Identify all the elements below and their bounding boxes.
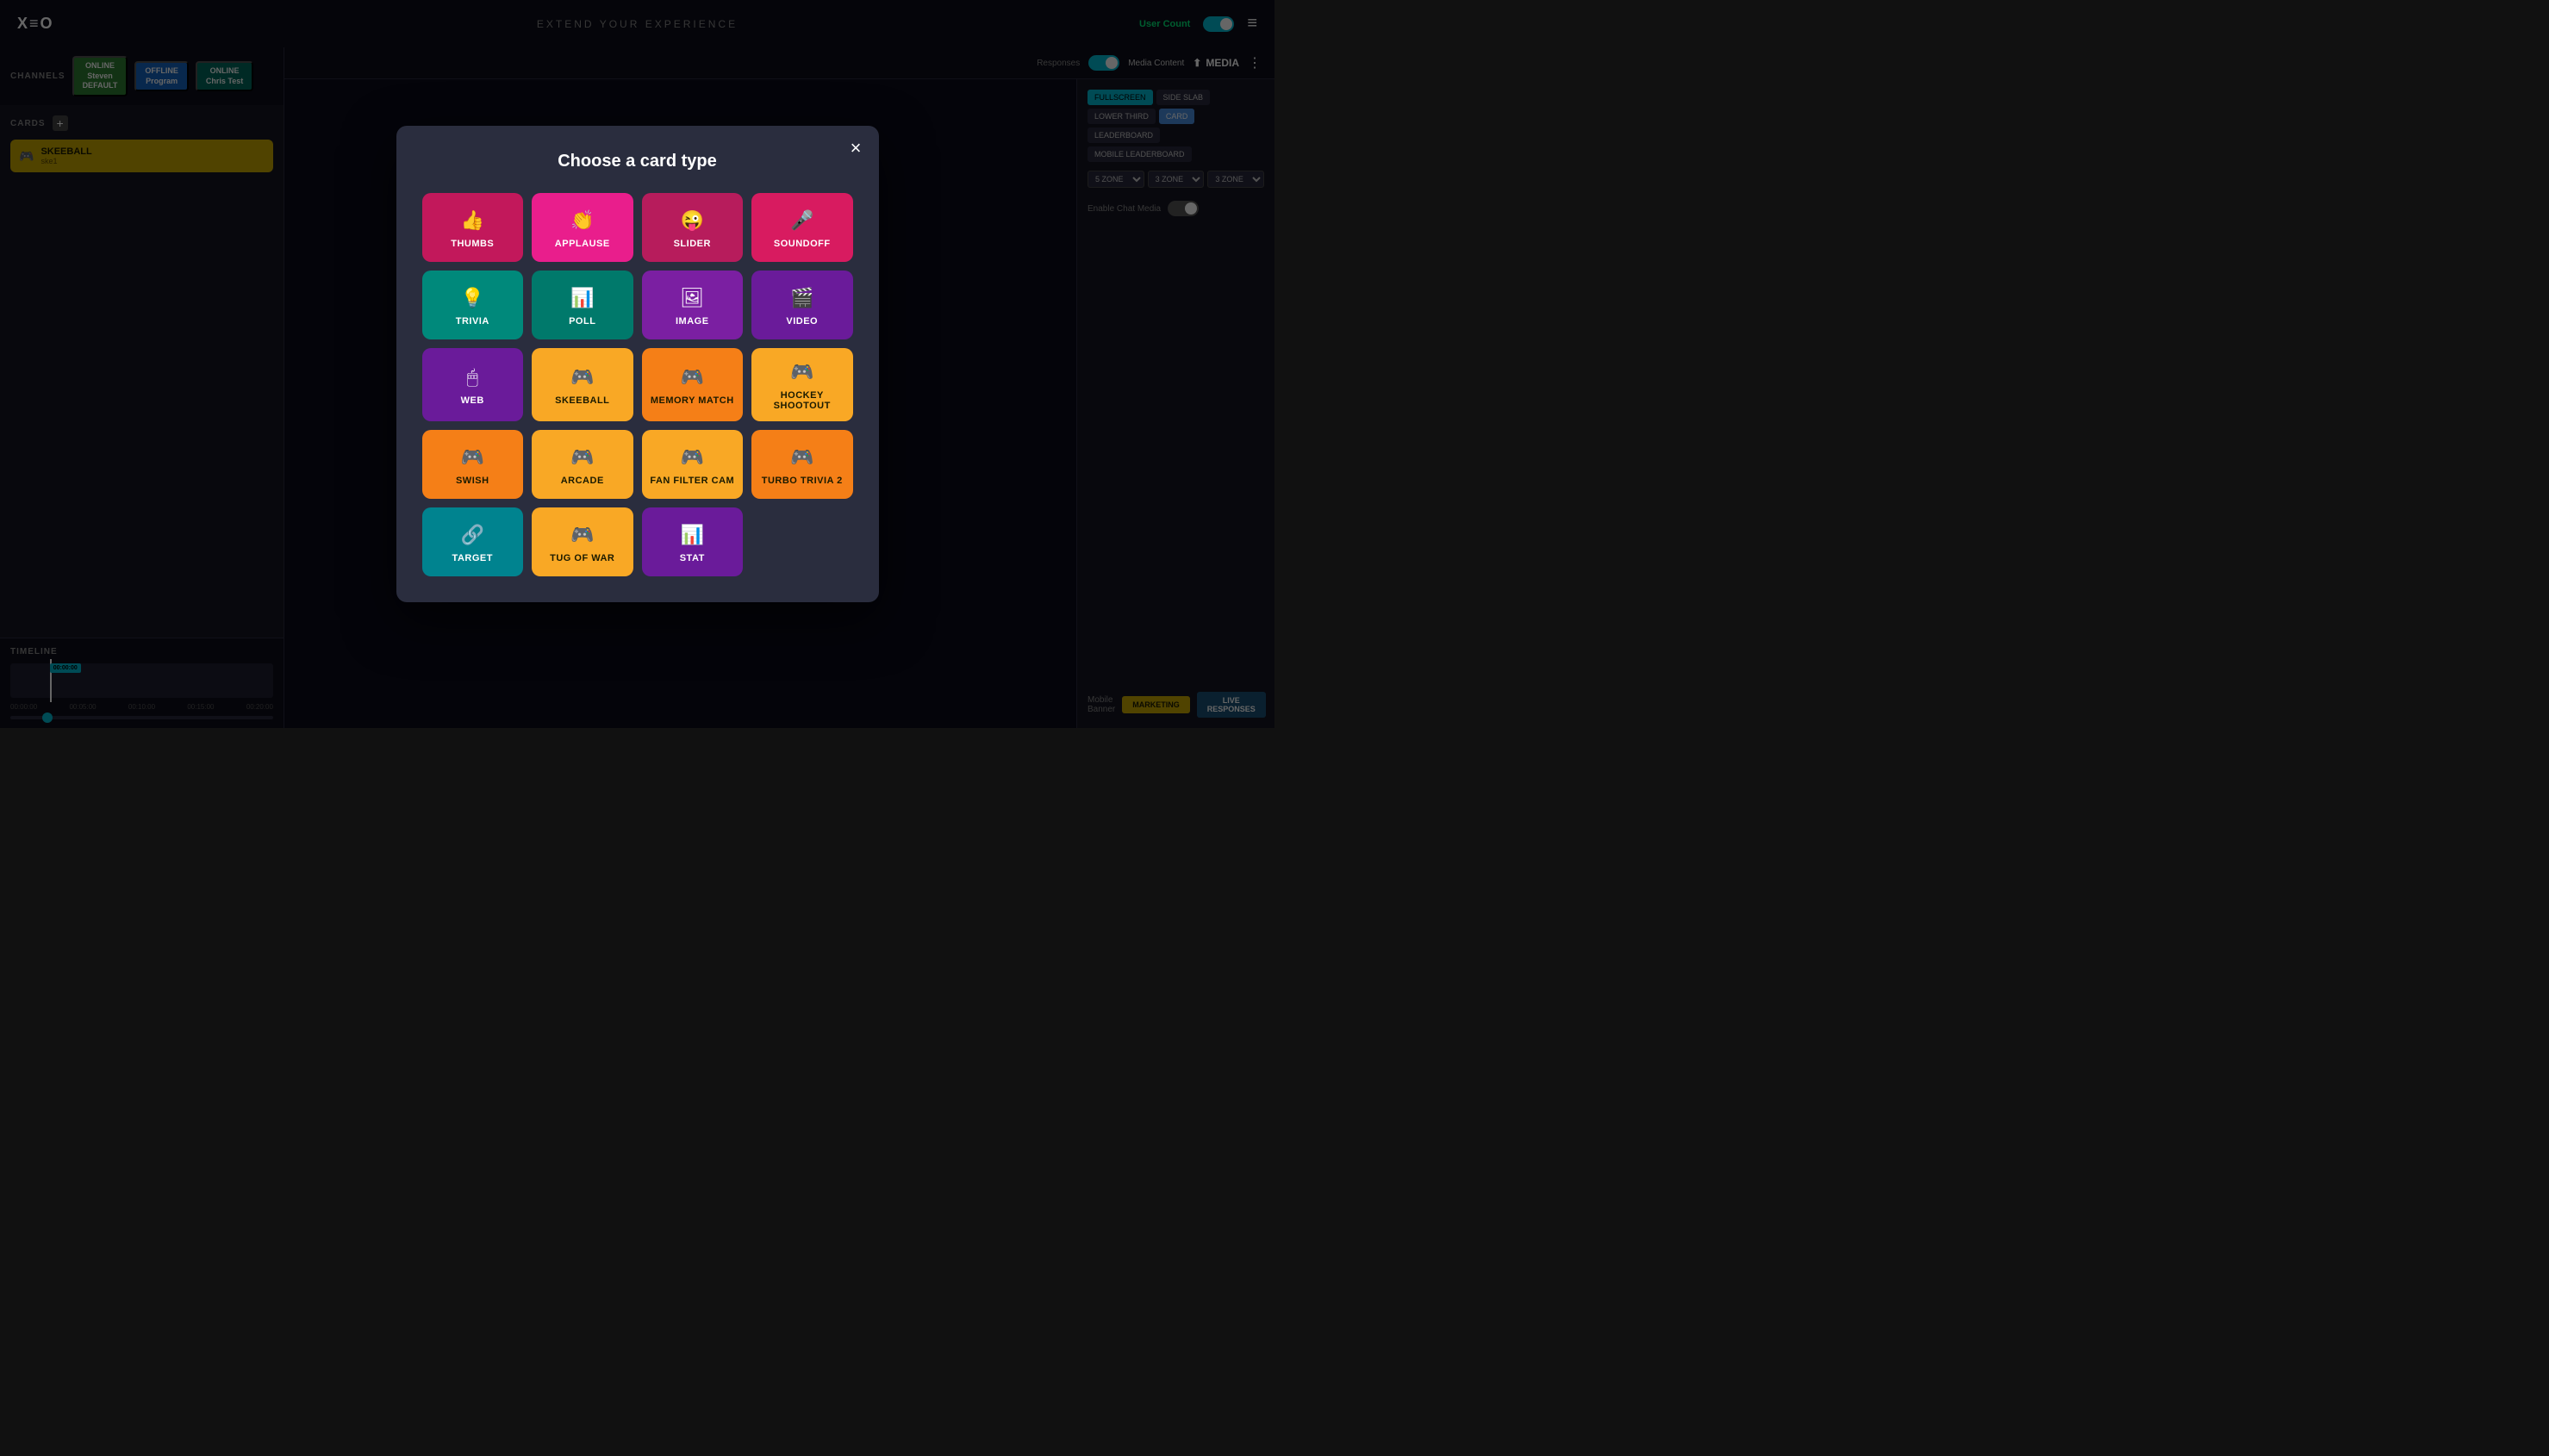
trivia-icon: 💡 bbox=[461, 287, 484, 309]
image-icon: 🖼 bbox=[680, 287, 704, 309]
turbo-trivia-2-icon: 🎮 bbox=[790, 446, 813, 469]
swish-icon: 🎮 bbox=[461, 446, 484, 469]
skeeball-label: SKEEBALL bbox=[555, 395, 609, 406]
poll-icon: 📊 bbox=[570, 287, 594, 309]
hockey-shootout-icon: 🎮 bbox=[790, 361, 813, 383]
slider-icon: 😜 bbox=[681, 209, 704, 232]
target-label: TARGET bbox=[452, 553, 493, 563]
modal-overlay[interactable]: × Choose a card type 👍 THUMBS 👏 APPLAUSE… bbox=[0, 0, 1274, 728]
card-type-stat[interactable]: 📊 STAT bbox=[642, 507, 744, 576]
card-type-hockey-shootout[interactable]: 🎮 HOCKEY SHOOTOUT bbox=[751, 348, 853, 421]
card-type-video[interactable]: 🎬 VIDEO bbox=[751, 271, 853, 339]
card-type-arcade[interactable]: 🎮 ARCADE bbox=[532, 430, 633, 499]
skeeball-icon: 🎮 bbox=[570, 366, 594, 389]
modal-close-button[interactable]: × bbox=[851, 139, 862, 158]
arcade-label: ARCADE bbox=[561, 476, 604, 486]
tug-of-war-icon: 🎮 bbox=[570, 524, 594, 546]
card-type-web[interactable]: 🖱 WEB bbox=[422, 348, 524, 421]
card-type-slider[interactable]: 😜 SLIDER bbox=[642, 193, 744, 262]
fan-filter-cam-icon: 🎮 bbox=[681, 446, 704, 469]
poll-label: POLL bbox=[569, 316, 595, 327]
card-type-image[interactable]: 🖼 IMAGE bbox=[642, 271, 744, 339]
thumbs-icon: 👍 bbox=[461, 209, 484, 232]
card-type-thumbs[interactable]: 👍 THUMBS bbox=[422, 193, 524, 262]
card-type-tug-of-war[interactable]: 🎮 TUG OF WAR bbox=[532, 507, 633, 576]
web-label: WEB bbox=[461, 395, 484, 406]
fan-filter-cam-label: FAN FILTER CAM bbox=[650, 476, 734, 486]
tug-of-war-label: TUG OF WAR bbox=[550, 553, 614, 563]
card-type-memory-match[interactable]: 🎮 MEMORY MATCH bbox=[642, 348, 744, 421]
applause-label: APPLAUSE bbox=[555, 239, 610, 249]
card-type-swish[interactable]: 🎮 SWISH bbox=[422, 430, 524, 499]
card-type-turbo-trivia-2[interactable]: 🎮 TURBO TRIVIA 2 bbox=[751, 430, 853, 499]
card-type-applause[interactable]: 👏 APPLAUSE bbox=[532, 193, 633, 262]
app-background: X≡O EXTEND YOUR EXPERIENCE User Count ≡ … bbox=[0, 0, 1274, 728]
card-type-modal: × Choose a card type 👍 THUMBS 👏 APPLAUSE… bbox=[396, 126, 879, 602]
card-type-soundoff[interactable]: 🎤 SOUNDOFF bbox=[751, 193, 853, 262]
memory-match-label: MEMORY MATCH bbox=[651, 395, 734, 406]
card-type-poll[interactable]: 📊 POLL bbox=[532, 271, 633, 339]
web-icon: 🖱 bbox=[467, 366, 478, 389]
arcade-icon: 🎮 bbox=[570, 446, 594, 469]
card-type-target[interactable]: 🔗 TARGET bbox=[422, 507, 524, 576]
target-icon: 🔗 bbox=[461, 524, 484, 546]
soundoff-label: SOUNDOFF bbox=[774, 239, 831, 249]
card-type-grid: 👍 THUMBS 👏 APPLAUSE 😜 SLIDER 🎤 SOUNDOFF bbox=[422, 193, 853, 576]
stat-label: STAT bbox=[680, 553, 705, 563]
modal-title: Choose a card type bbox=[422, 152, 853, 171]
card-type-trivia[interactable]: 💡 TRIVIA bbox=[422, 271, 524, 339]
soundoff-icon: 🎤 bbox=[790, 209, 813, 232]
stat-icon: 📊 bbox=[681, 524, 704, 546]
thumbs-label: THUMBS bbox=[451, 239, 494, 249]
video-label: VIDEO bbox=[786, 316, 818, 327]
video-icon: 🎬 bbox=[790, 287, 813, 309]
slider-label: SLIDER bbox=[674, 239, 711, 249]
image-label: IMAGE bbox=[676, 316, 709, 327]
applause-icon: 👏 bbox=[570, 209, 594, 232]
card-type-skeeball[interactable]: 🎮 SKEEBALL bbox=[532, 348, 633, 421]
swish-label: SWISH bbox=[456, 476, 489, 486]
memory-match-icon: 🎮 bbox=[681, 366, 704, 389]
card-type-fan-filter-cam[interactable]: 🎮 FAN FILTER CAM bbox=[642, 430, 744, 499]
hockey-shootout-label: HOCKEY SHOOTOUT bbox=[758, 390, 846, 411]
turbo-trivia-2-label: TURBO TRIVIA 2 bbox=[762, 476, 843, 486]
trivia-label: TRIVIA bbox=[456, 316, 489, 327]
